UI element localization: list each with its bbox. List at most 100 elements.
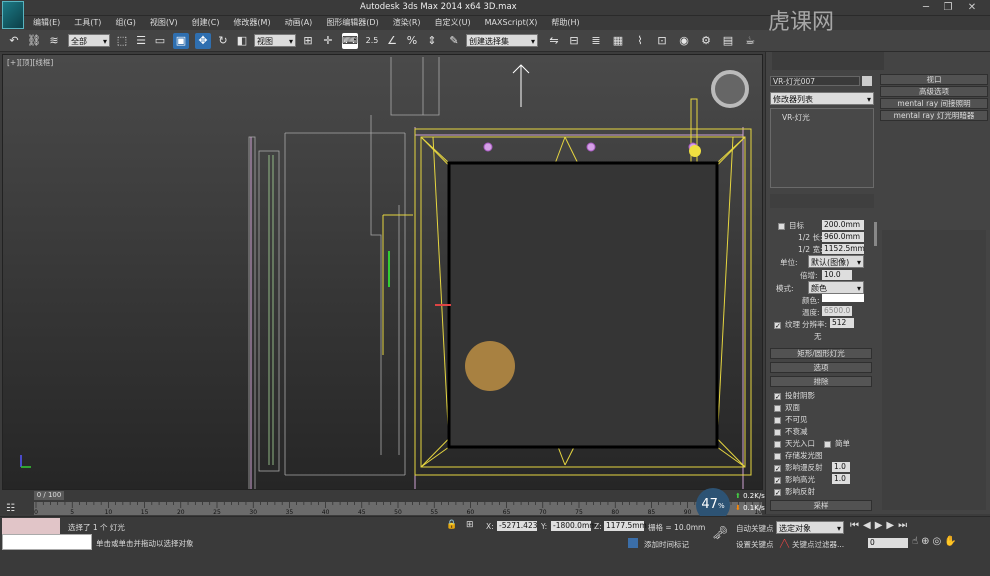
menu-group[interactable]: 组(G) [108,16,142,30]
rect-circle-rollout[interactable]: 矩形/圆形灯光 [770,348,872,359]
resolution-input[interactable]: 512 [830,318,854,328]
affect-specular-value[interactable]: 1.0 [832,474,850,484]
viewport-nav-controls[interactable]: ☝⊕◎✋ [912,536,990,550]
ref-coord-dropdown[interactable]: 视图 [254,34,296,48]
object-color-swatch[interactable] [862,76,872,86]
menu-rendering[interactable]: 渲染(R) [386,16,428,30]
auto-key-button[interactable]: 自动关键点 [736,523,774,534]
store-irradiance-checkbox[interactable]: 存储发光图 [774,450,874,462]
invisible-checkbox[interactable]: 不可见 [774,414,874,426]
restore-button[interactable]: ❐ [938,1,958,14]
exclude-button[interactable]: 排除 [770,376,872,387]
viewport-top[interactable]: [+][顶][线框] [2,54,763,490]
link-icon[interactable]: ⛓ [26,33,42,49]
menu-modifiers[interactable]: 修改器(M) [226,16,277,30]
set-key-button[interactable]: 设置关键点 [736,539,774,550]
cast-shadows-checkbox[interactable]: ✓ 投射阴影 [774,390,874,402]
affect-reflections-checkbox[interactable]: ✓ 影响反射 [774,486,874,498]
affect-diffuse-value[interactable]: 1.0 [832,462,850,472]
select-rotate-icon[interactable]: ↻ [215,33,231,49]
bind-space-warp-icon[interactable]: ≋ [46,33,62,49]
menu-graph-editors[interactable]: 图形编辑器(D) [319,16,385,30]
options-rollout[interactable]: 选项 [770,362,872,373]
half-length-input[interactable]: 960.0mm [822,232,864,242]
menu-help[interactable]: 帮助(H) [544,16,586,30]
menu-create[interactable]: 创建(C) [185,16,227,30]
mental-ray-shader-button[interactable]: mental ray 灯光明暗器 [880,110,988,121]
x-coord-input[interactable]: -5271.423 [497,521,538,531]
double-sided-checkbox[interactable]: 双面 [774,402,874,414]
undo-icon[interactable]: ↶ [6,33,22,49]
layer-manager-icon[interactable]: ≣ [588,33,604,49]
menu-edit[interactable]: 编辑(E) [26,16,67,30]
key-filters-button[interactable]: 关键点过滤器... [792,539,844,550]
color-swatch[interactable] [822,294,864,302]
percent-snap-icon[interactable]: % [404,33,420,49]
absolute-mode-icon[interactable]: ⊞ [466,520,474,530]
none-map-button[interactable]: 无 [814,331,822,342]
menu-animation[interactable]: 动画(A) [278,16,320,30]
key-selection-dropdown[interactable]: 选定对象 [776,521,844,535]
modifier-list-dropdown[interactable]: 修改器列表 [770,92,874,106]
menu-views[interactable]: 视图(V) [143,16,185,30]
keyboard-shortcut-icon[interactable]: ⌨ [342,33,358,49]
named-selection-dropdown[interactable]: 创建选择集 [466,34,538,48]
close-button[interactable]: ✕ [962,1,982,14]
command-panel-tabs[interactable] [772,52,884,70]
no-decay-checkbox[interactable]: 不衰减 [774,426,874,438]
render-setup-icon[interactable]: ⚙ [698,33,714,49]
select-scale-icon[interactable]: ◧ [234,33,250,49]
angle-snap-icon[interactable]: ∠ [384,33,400,49]
selection-filter-dropdown[interactable]: 全部 [68,34,110,48]
material-editor-icon[interactable]: ◉ [676,33,692,49]
lock-selection-icon[interactable]: 🔒 [446,520,457,530]
advanced-options-button[interactable]: 高级选项 [880,86,988,97]
mirror-icon[interactable]: ⇋ [546,33,562,49]
temperature-input[interactable]: 6500.0 [822,306,852,316]
sampling-rollout[interactable]: 采样 [770,500,872,511]
viewport-rollout-button[interactable]: 视口 [880,74,988,85]
affect-diffuse-checkbox[interactable]: ✓ 影响漫反射 [774,462,874,474]
edit-named-selection-icon[interactable]: ✎ [446,33,462,49]
playback-controls[interactable]: ⏮◀▶▶⏭ [850,520,990,534]
target-distance-input[interactable]: 200.0mm [822,220,864,230]
stack-tools-bar[interactable] [770,194,874,208]
multiplier-input[interactable]: 10.0 [822,270,852,280]
pivot-center-icon[interactable]: ⊞ [300,33,316,49]
minimize-button[interactable]: ─ [916,1,936,14]
menu-tools[interactable]: 工具(T) [67,16,108,30]
add-time-tag-button[interactable]: 添加时间标记 [644,539,689,550]
app-logo[interactable] [2,1,24,29]
rect-selection-icon[interactable]: ▭ [152,33,168,49]
render-production-icon[interactable]: ☕ [742,33,758,49]
stack-item-vray-light[interactable]: VR-灯光 [782,112,810,123]
manipulate-icon[interactable]: ✛ [320,33,336,49]
menu-maxscript[interactable]: MAXScript(X) [478,16,545,30]
time-slider[interactable]: 0 / 100 [34,491,64,500]
z-coord-input[interactable]: 1177.5mm [604,521,647,531]
window-crossing-icon[interactable]: ▣ [173,33,189,49]
select-by-name-icon[interactable]: ☰ [133,33,149,49]
graphite-tools-icon[interactable]: ▦ [610,33,626,49]
maxscript-listener[interactable] [2,518,60,534]
select-object-icon[interactable]: ⬚ [114,33,130,49]
menu-customize[interactable]: 自定义(U) [428,16,478,30]
select-move-icon[interactable]: ✥ [195,33,211,49]
panel-scrollbar[interactable] [874,222,877,246]
texture-label[interactable]: ✓ 纹理 [774,319,800,330]
time-tag-icon[interactable] [628,538,638,548]
y-coord-input[interactable]: -1800.0mm [551,521,597,531]
simple-checkbox[interactable]: 简单 [824,438,850,449]
mode-dropdown[interactable]: 颜色 [808,281,864,295]
half-width-input[interactable]: 1152.5mm [822,244,865,254]
align-icon[interactable]: ⊟ [566,33,582,49]
mini-listener-field[interactable] [2,534,92,550]
curve-editor-icon[interactable]: ⌇ [632,33,648,49]
rendered-frame-icon[interactable]: ▤ [720,33,736,49]
spinner-snap-icon[interactable]: ⇕ [424,33,440,49]
timeline-toggle-icon[interactable]: ☷ [6,503,15,514]
snap-toggle-icon[interactable]: 2.5 [364,33,380,49]
set-key-icon[interactable]: 🗝 [712,526,729,541]
mental-ray-gi-button[interactable]: mental ray 间接照明 [880,98,988,109]
key-mode-icon[interactable]: ╱╲ [780,539,789,548]
